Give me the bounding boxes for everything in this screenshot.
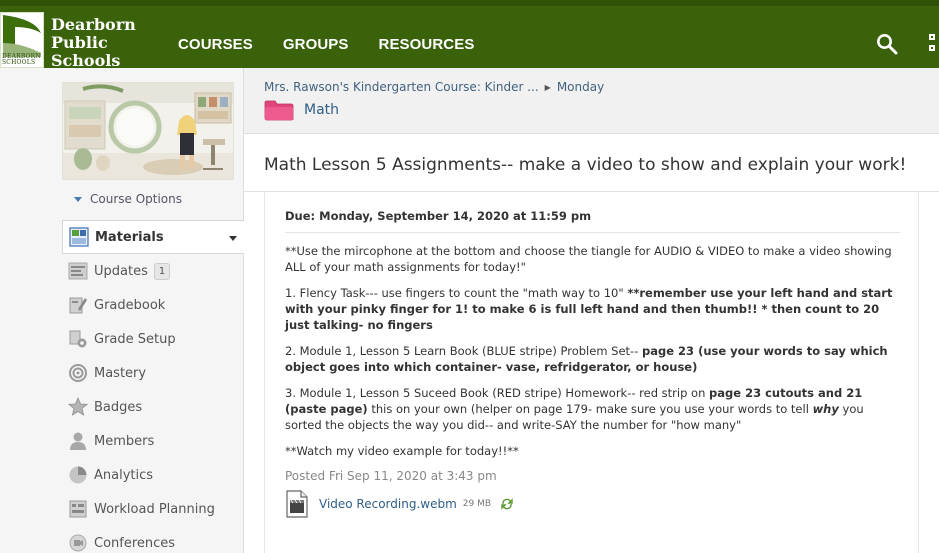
page-title: Math Lesson 5 Assignments-- make a video… [264, 155, 907, 175]
course-sidebar: Course Options Materials Updates 1 Grade… [0, 68, 244, 553]
sidebar-item-materials[interactable]: Materials [62, 220, 244, 254]
sidebar-item-mastery[interactable]: Mastery [62, 356, 244, 390]
sidebar-item-label: Workload Planning [94, 501, 215, 517]
sidebar-item-members[interactable]: Members [62, 424, 244, 458]
course-options-toggle[interactable]: Course Options [74, 192, 182, 206]
breadcrumb-monday-link[interactable]: Monday [557, 80, 604, 94]
nav-courses[interactable]: COURSES [178, 36, 253, 53]
sidebar-item-label: Members [94, 433, 155, 449]
converted-refresh-icon [501, 498, 513, 510]
sidebar-item-badges[interactable]: Badges [62, 390, 244, 424]
grade-setup-icon [69, 330, 87, 348]
breadcrumb-course-link[interactable]: Mrs. Rawson's Kindergarten Course: Kinde… [264, 80, 539, 94]
conferences-icon [69, 534, 87, 552]
course-options-label: Course Options [90, 192, 183, 206]
sidebar-item-gradebook[interactable]: Gradebook [62, 288, 244, 322]
sidebar-item-label: Materials [95, 229, 164, 245]
task-1-paragraph: 1. Flency Task--- use fingers to count t… [285, 286, 893, 332]
members-icon [70, 432, 86, 450]
course-nav-list: Materials Updates 1 Gradebook Grade Setu… [62, 220, 244, 553]
sidebar-item-label: Analytics [94, 467, 154, 483]
mastery-icon [69, 364, 87, 382]
sidebar-item-label: Gradebook [94, 297, 166, 313]
analytics-icon [69, 466, 87, 484]
current-folder[interactable]: Math [264, 99, 339, 121]
instruction-paragraph: **Use the mircophone at the bottom and c… [285, 244, 892, 274]
workload-icon [69, 500, 87, 518]
sidebar-item-conferences[interactable]: Conferences [62, 526, 244, 553]
attachment-link[interactable]: Video Recording.webm [319, 496, 457, 512]
due-date: Due: Monday, September 14, 2020 at 11:59… [285, 208, 900, 233]
brand-line-1: Dearborn [51, 15, 136, 34]
search-icon[interactable] [876, 33, 898, 55]
logo-subtext: DEARBORN SCHOOLS [2, 53, 41, 66]
badges-icon [68, 397, 88, 416]
top-navigation-bar: DEARBORN SCHOOLS Dearborn Public Schools … [0, 0, 939, 70]
task-3-paragraph: 3. Module 1, Lesson 5 Suceed Book (RED s… [285, 386, 864, 432]
updates-icon [68, 262, 88, 280]
nav-resources[interactable]: RESOURCES [379, 36, 475, 53]
main-nav: COURSES GROUPS RESOURCES [178, 36, 474, 53]
video-file-icon [286, 490, 308, 518]
sidebar-item-label: Mastery [94, 365, 147, 381]
chevron-down-icon [74, 196, 82, 202]
classroom-illustration-icon [63, 83, 233, 179]
sidebar-item-grade-setup[interactable]: Grade Setup [62, 322, 244, 356]
posted-timestamp: Posted Fri Sep 11, 2020 at 3:43 pm [285, 469, 497, 483]
task-2-paragraph: 2. Module 1, Lesson 5 Learn Book (BLUE s… [285, 344, 888, 374]
folder-name: Math [304, 102, 340, 118]
sidebar-item-analytics[interactable]: Analytics [62, 458, 244, 492]
video-note-paragraph: **Watch my video example for today!!** [285, 444, 519, 458]
sidebar-item-updates[interactable]: Updates 1 [62, 254, 244, 288]
sidebar-item-label: Badges [94, 399, 143, 415]
breadcrumb: Mrs. Rawson's Kindergarten Course: Kinde… [264, 80, 604, 94]
sidebar-item-label: Updates [94, 263, 148, 279]
sidebar-item-workload-planning[interactable]: Workload Planning [62, 492, 244, 526]
main-content: Mrs. Rawson's Kindergarten Course: Kinde… [244, 68, 939, 553]
assignment-body: Due: Monday, September 14, 2020 at 11:59… [264, 192, 919, 553]
nav-groups[interactable]: GROUPS [283, 36, 349, 53]
sidebar-item-label: Conferences [94, 535, 176, 551]
sidebar-item-label: Grade Setup [94, 331, 176, 347]
course-banner-image [62, 82, 234, 180]
breadcrumb-separator-icon: ▶ [544, 82, 551, 92]
attachment-row: Video Recording.webm 29 MB [285, 490, 902, 518]
folder-icon [264, 100, 294, 121]
gradebook-icon [69, 297, 87, 314]
page-header: Mrs. Rawson's Kindergarten Course: Kinde… [244, 68, 939, 134]
attachment-size: 29 MB [462, 499, 492, 509]
district-name[interactable]: Dearborn Public Schools [51, 16, 161, 70]
district-logo[interactable]: DEARBORN SCHOOLS [0, 12, 44, 68]
materials-icon [69, 227, 89, 247]
updates-count-badge: 1 [153, 262, 171, 280]
apps-grid-icon[interactable] [927, 34, 939, 56]
brand-line-2: Public [51, 33, 108, 52]
